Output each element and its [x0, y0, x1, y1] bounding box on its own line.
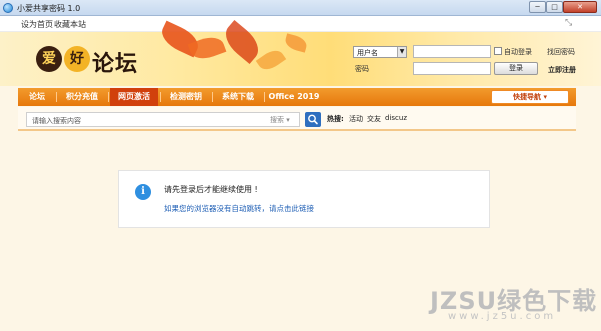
bookmark-link[interactable]: 收藏本站	[54, 19, 86, 30]
login-required-message	[118, 170, 490, 228]
maximize-button[interactable]: □	[546, 1, 563, 13]
nav-item-system-download[interactable]: 系统下载	[214, 88, 262, 106]
message-title: 请先登录后才能继续使用 !	[164, 185, 258, 194]
nav-divider	[160, 92, 161, 102]
hot-search-item[interactable]: 交友	[367, 114, 381, 124]
maple-leaf-decoration	[255, 45, 287, 75]
nav-divider	[264, 92, 265, 102]
quick-nav-button[interactable]: 快捷导航 ▾	[491, 90, 569, 104]
close-button[interactable]: ✕	[563, 1, 597, 13]
logo-text: 论坛	[92, 51, 139, 77]
nav-divider	[56, 92, 57, 102]
password-label: 密码	[355, 65, 369, 73]
nav-divider	[212, 92, 213, 102]
expand-icon[interactable]: ⤡	[565, 19, 574, 28]
username-type-select[interactable]: 用户名 ▼	[353, 46, 407, 58]
chevron-down-icon: ▼	[397, 47, 406, 57]
redirect-link[interactable]: 如果您的浏览器没有自动跳转，请点击此链接	[164, 203, 314, 214]
watermark-url: www.jz5u.com	[448, 311, 557, 322]
search-button[interactable]	[305, 112, 321, 127]
password-input[interactable]	[413, 62, 491, 75]
app-icon	[3, 3, 13, 13]
hot-search-item[interactable]: discuz	[385, 114, 407, 122]
site-logo[interactable]: 爱 好 论坛	[14, 44, 164, 77]
search-type-select[interactable]: 搜索 ▾	[270, 115, 290, 125]
logo-char-ai: 爱	[36, 46, 62, 72]
nav-divider	[108, 92, 109, 102]
forgot-password-link[interactable]: 找回密码	[547, 47, 575, 57]
username-type-value: 用户名	[357, 49, 378, 57]
nav-item-points-recharge[interactable]: 积分充值	[58, 88, 106, 106]
nav-item-office-2019[interactable]: Office 2019	[266, 88, 322, 106]
header-banner: 爱 好 论坛	[0, 19, 601, 86]
logo-char-hao: 好	[64, 46, 90, 72]
window-titlebar: 小爱共享密码 1.0 ─ □ ✕	[0, 0, 601, 16]
auto-login-label: 自动登录	[504, 48, 532, 56]
top-link-bar: 设为首页 收藏本站 ⤡	[0, 16, 601, 32]
search-icon	[308, 114, 318, 125]
login-button[interactable]: 登录	[494, 62, 538, 75]
nav-item-forum[interactable]: 论坛	[20, 88, 54, 106]
info-icon: i	[135, 184, 151, 200]
nav-item-web-activation[interactable]: 网页激活	[110, 88, 158, 106]
search-input[interactable]: 请输入搜索内容	[26, 112, 300, 127]
register-link[interactable]: 立即注册	[548, 65, 576, 75]
username-input[interactable]	[413, 45, 491, 58]
window-title: 小爱共享密码 1.0	[17, 4, 81, 13]
minimize-button[interactable]: ─	[529, 1, 546, 13]
auto-login-checkbox[interactable]	[494, 47, 502, 55]
maple-leaf-decoration	[283, 33, 309, 53]
set-homepage-link[interactable]: 设为首页	[21, 19, 53, 30]
hot-search-item[interactable]: 活动	[349, 114, 363, 124]
nav-item-check-key[interactable]: 检测密钥	[162, 88, 210, 106]
hot-search-label: 热搜:	[327, 115, 344, 123]
